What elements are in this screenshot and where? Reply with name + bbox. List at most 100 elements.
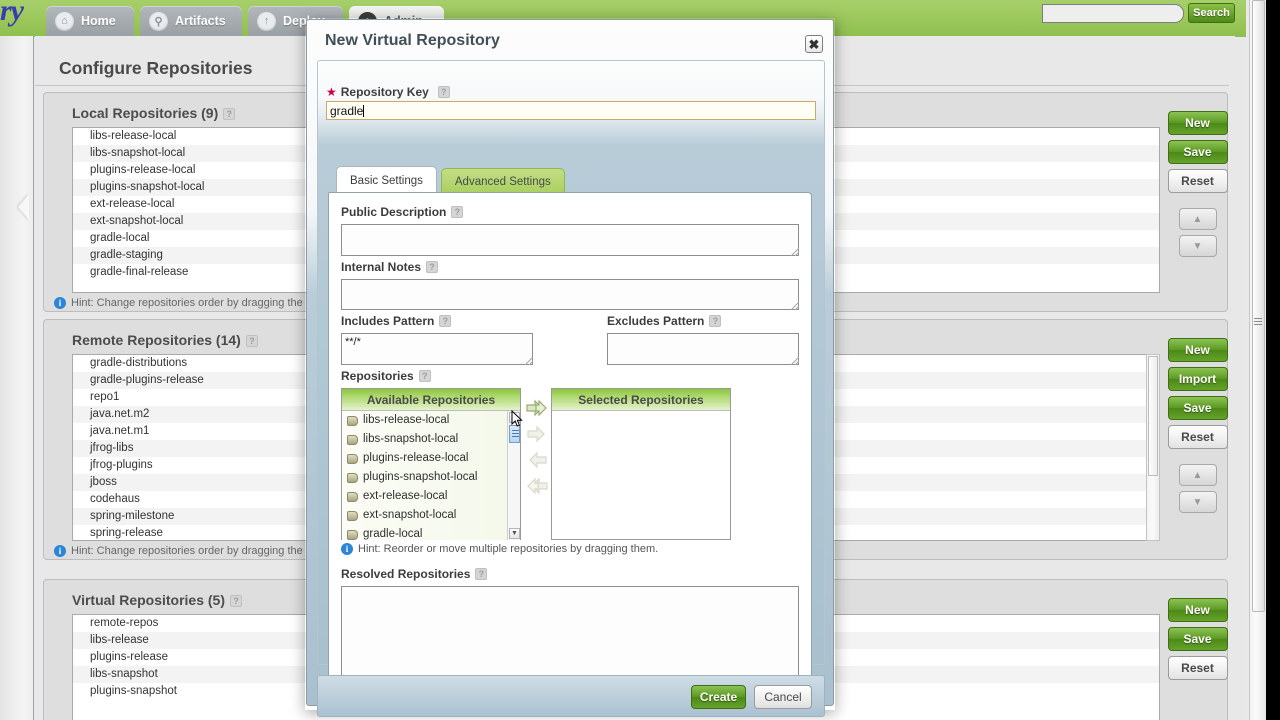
page-title: Configure Repositories	[59, 58, 253, 78]
repository-key-label-text: Repository Key	[340, 85, 429, 99]
dialog-title: New Virtual Repository	[325, 32, 500, 49]
remote-repositories-heading-text: Remote Repositories (14)	[72, 332, 241, 348]
scrollbar-thumb[interactable]	[509, 425, 520, 443]
left-rail	[0, 36, 34, 720]
help-icon[interactable]: ?	[439, 315, 452, 327]
remote-list-scrollbar[interactable]	[1146, 354, 1160, 541]
available-repositories-list[interactable]: libs-release-local libs-snapshot-local p…	[342, 411, 520, 540]
list-item[interactable]: libs-snapshot-local	[342, 430, 520, 449]
available-repositories-box: Available Repositories libs-release-loca…	[341, 388, 521, 540]
includes-pattern-label-text: Includes Pattern	[341, 314, 435, 328]
list-item[interactable]: libs-release-local	[342, 411, 520, 430]
help-icon[interactable]: ?	[451, 206, 464, 218]
includes-pattern-label: Includes Pattern?	[341, 314, 452, 328]
scroll-up-arrow-icon[interactable]: ▲	[509, 412, 520, 423]
info-icon: i	[341, 543, 353, 555]
remote-import-button[interactable]: Import	[1167, 367, 1228, 391]
local-new-button[interactable]: New	[1167, 111, 1228, 135]
list-item[interactable]: plugins-release-local	[342, 449, 520, 468]
dialog-footer: Create Cancel	[317, 675, 825, 717]
collapse-left-arrow-icon[interactable]	[18, 194, 29, 220]
public-description-input[interactable]	[341, 224, 799, 256]
list-item[interactable]: gradle-local	[342, 525, 520, 540]
nav-tab-artifacts[interactable]: ⚲ Artifacts	[140, 6, 242, 36]
transfer-buttons	[525, 396, 549, 500]
remove-button[interactable]	[525, 448, 549, 474]
nav-tab-home-label: Home	[81, 14, 116, 28]
create-button[interactable]: Create	[691, 685, 746, 709]
list-item[interactable]: plugins-snapshot-local	[342, 468, 520, 487]
includes-pattern-input[interactable]: **/*	[341, 333, 533, 365]
browser-scrollbar[interactable]	[1249, 0, 1266, 720]
public-description-label: Public Description?	[341, 205, 464, 219]
virtual-new-button[interactable]: New	[1167, 598, 1228, 622]
excludes-pattern-label-text: Excludes Pattern	[607, 314, 705, 328]
browser-scrollbar-thumb[interactable]	[1252, 0, 1265, 612]
repository-icon	[347, 415, 358, 426]
resolved-repositories-input[interactable]	[341, 586, 799, 679]
move-up-button[interactable]: ▲	[1178, 208, 1217, 230]
excludes-pattern-input[interactable]	[607, 333, 799, 365]
move-up-button[interactable]: ▲	[1178, 464, 1217, 486]
tab-advanced-settings[interactable]: Advanced Settings	[440, 168, 565, 194]
virtual-save-button[interactable]: Save	[1167, 627, 1228, 651]
remote-repositories-actions: New Import Save Reset ▲ ▼	[1166, 338, 1229, 513]
move-down-button[interactable]: ▼	[1178, 235, 1217, 257]
repository-icon	[347, 472, 358, 483]
repository-icon	[347, 529, 358, 540]
help-icon[interactable]: ?	[475, 568, 488, 580]
add-all-button[interactable]	[525, 396, 549, 422]
repository-key-input[interactable]: gradle	[326, 101, 816, 120]
dialog-tabs: Basic Settings Advanced Settings	[336, 166, 565, 194]
help-icon[interactable]: ?	[418, 370, 431, 382]
repository-key-label: ★ Repository Key ?	[326, 85, 450, 99]
selected-repositories-list[interactable]	[552, 411, 730, 540]
help-icon[interactable]: ?	[437, 86, 450, 98]
repository-icon	[347, 510, 358, 521]
virtual-reset-button[interactable]: Reset	[1167, 656, 1228, 680]
remote-save-button[interactable]: Save	[1167, 396, 1228, 420]
close-icon[interactable]: ✖	[805, 35, 823, 53]
available-list-scrollbar[interactable]: ▲ ▼	[507, 411, 520, 540]
list-item[interactable]: ext-release-local	[342, 487, 520, 506]
scroll-down-arrow-icon[interactable]: ▼	[509, 528, 520, 539]
screen-edge	[1266, 0, 1280, 720]
repository-icon	[347, 434, 358, 445]
remove-all-button[interactable]	[525, 474, 549, 500]
help-icon[interactable]: ?	[426, 261, 439, 273]
remote-new-button[interactable]: New	[1167, 338, 1228, 362]
repositories-label: Repositories?	[341, 369, 431, 383]
required-marker: ★	[326, 85, 337, 99]
search-button[interactable]: Search	[1188, 3, 1235, 23]
resolved-repositories-label-text: Resolved Repositories	[341, 567, 471, 581]
move-down-button[interactable]: ▼	[1178, 491, 1217, 513]
dialog-body: ★ Repository Key ? gradle Basic Settings…	[317, 60, 825, 696]
tab-basic-settings[interactable]: Basic Settings	[336, 166, 437, 194]
remote-reset-button[interactable]: Reset	[1167, 425, 1228, 449]
cancel-button[interactable]: Cancel	[754, 685, 812, 709]
double-arrow-left-icon	[527, 477, 548, 495]
repositories-hint: i Hint: Reorder or move multiple reposit…	[341, 543, 658, 555]
nav-tab-home[interactable]: ⌂ Home	[46, 6, 134, 36]
local-reset-button[interactable]: Reset	[1167, 169, 1228, 193]
list-item[interactable]: ext-snapshot-local	[342, 506, 520, 525]
add-button[interactable]	[525, 422, 549, 448]
help-icon[interactable]: ?	[709, 315, 722, 327]
repositories-label-text: Repositories	[341, 369, 414, 383]
help-icon[interactable]: ?	[223, 108, 236, 120]
virtual-repositories-heading-text: Virtual Repositories (5)	[72, 592, 226, 608]
repository-icon	[347, 491, 358, 502]
internal-notes-input[interactable]	[341, 279, 799, 310]
repository-key-value: gradle	[330, 104, 364, 118]
arrow-right-icon	[527, 425, 545, 443]
double-arrow-right-icon	[526, 399, 547, 417]
remote-repositories-hint-text: Hint: Change repositories order by dragg…	[71, 545, 303, 557]
local-repositories-heading-text: Local Repositories (9)	[72, 105, 219, 121]
nav-tab-artifacts-label: Artifacts	[175, 14, 226, 28]
repository-icon	[347, 453, 358, 464]
info-icon: i	[54, 297, 66, 309]
local-save-button[interactable]: Save	[1167, 140, 1228, 164]
help-icon[interactable]: ?	[245, 335, 258, 347]
help-icon[interactable]: ?	[230, 595, 243, 607]
search-input[interactable]	[1042, 4, 1184, 23]
